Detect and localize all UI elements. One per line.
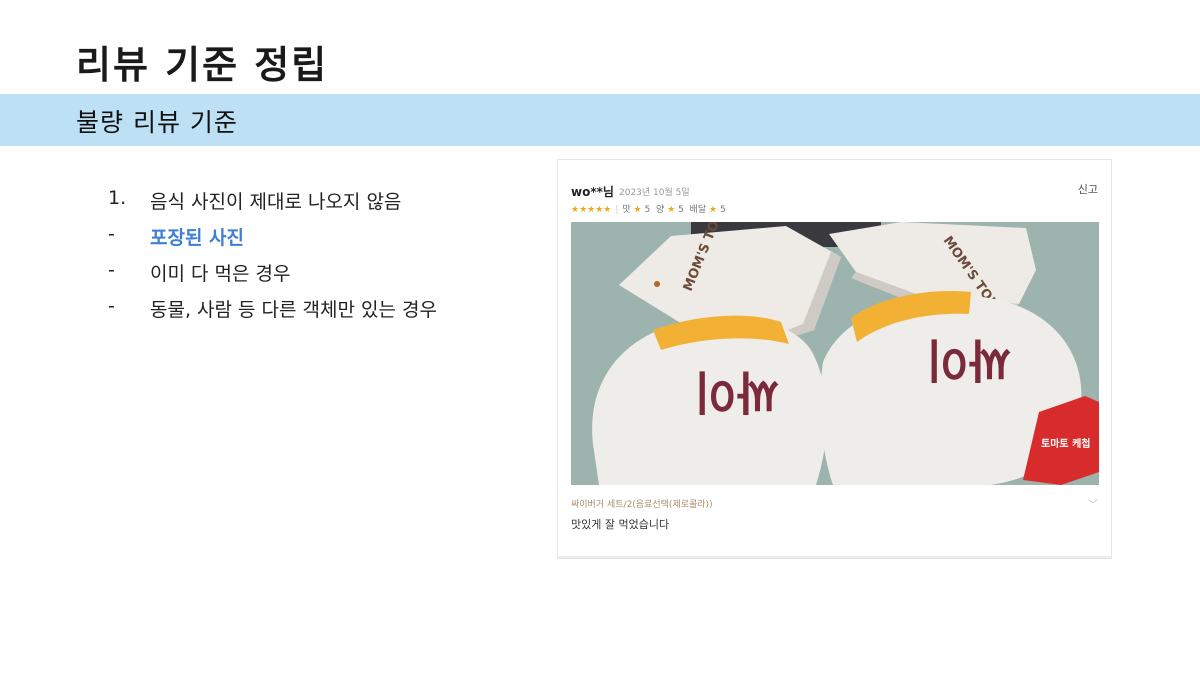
list-marker: -	[108, 259, 115, 281]
criteria-text: 이미 다 먹은 경우	[150, 263, 291, 285]
section-subtitle: 불량 리뷰 기준	[76, 108, 238, 137]
amount-label: 양	[655, 205, 665, 215]
criteria-text: 음식 사진이 제대로 나오지 않음	[150, 191, 402, 213]
burger-text: 싸이	[694, 365, 779, 419]
burger-text: 싸이	[926, 333, 1011, 387]
amount-score: 5	[678, 205, 684, 215]
taste-label: 맛	[622, 205, 631, 215]
star-icon: ★	[708, 205, 718, 215]
overall-stars-icon: ★★★★★	[571, 205, 612, 215]
page-title: 리뷰 기준 정립	[76, 43, 329, 87]
star-icon: ★	[633, 205, 642, 215]
taste-score: 5	[644, 205, 651, 215]
review-date: 2023년 10월 5일	[619, 188, 690, 198]
star-icon: ★	[667, 205, 676, 215]
divider	[558, 556, 1111, 558]
list-marker: 1.	[108, 187, 127, 209]
list-marker: -	[108, 223, 115, 245]
review-photo[interactable]: MOM'S TOUCH MOM'S TOUCH 싸이 싸이 토마토 케첩	[571, 222, 1099, 485]
delivery-label: 배달	[689, 205, 707, 215]
review-ratings: ★★★★★ | 맛 ★ 5 양 ★ 5 배달 ★ 5	[571, 205, 726, 215]
ketchup-label: 토마토 케첩	[1041, 437, 1090, 450]
list-marker: -	[108, 295, 115, 317]
delivery-score: 5	[719, 205, 726, 215]
criteria-text: 포장된 사진	[150, 227, 245, 249]
criteria-text: 동물, 사람 등 다른 객체만 있는 경우	[150, 299, 437, 321]
review-text: 맛있게 잘 먹었습니다	[571, 518, 670, 531]
chevron-down-icon[interactable]: ﹀	[1088, 496, 1098, 511]
review-card: wo**님 2023년 10월 5일 신고 ★★★★★ | 맛 ★ 5 양 ★ 5 …	[557, 159, 1112, 559]
report-button[interactable]: 신고	[1078, 181, 1098, 197]
review-username: wo**님	[571, 185, 614, 199]
ordered-menu: 싸이버거 세트/2(음료선택(제로콜라))	[571, 500, 713, 510]
